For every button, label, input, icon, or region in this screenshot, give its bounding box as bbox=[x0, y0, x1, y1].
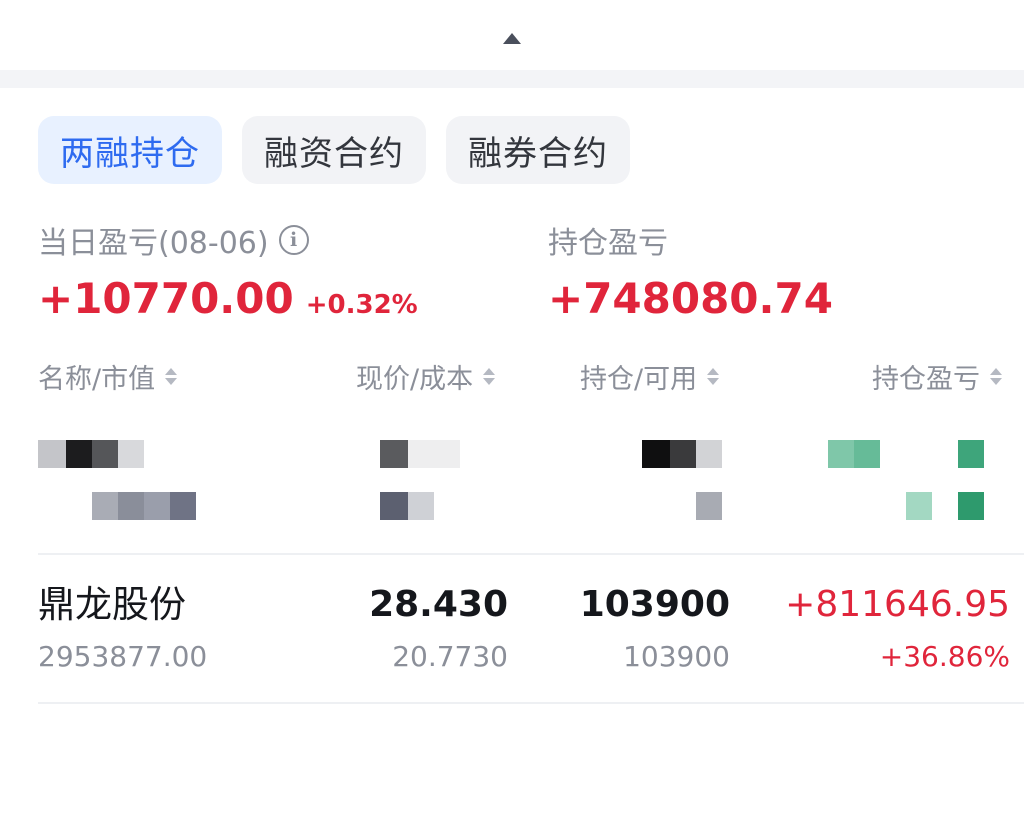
holding-cell: 103900 103900 bbox=[530, 580, 730, 676]
position-pnl-amount: +811646.95 bbox=[785, 584, 1010, 625]
table-row[interactable]: 鼎龙股份 2953877.00 28.430 20.7730 103900 10… bbox=[0, 580, 1024, 690]
column-header-holding[interactable]: 持仓/可用 bbox=[580, 356, 720, 396]
sort-icon[interactable] bbox=[990, 367, 1002, 385]
stock-name-cell: 鼎龙股份 2953877.00 bbox=[38, 580, 338, 676]
redaction-block bbox=[906, 492, 932, 520]
daily-pnl: 当日盈亏(08-06) i +10770.00 +0.32% bbox=[38, 218, 418, 323]
redaction-block bbox=[854, 440, 880, 468]
tab-margin-positions[interactable]: 两融持仓 bbox=[38, 116, 222, 184]
redaction-block bbox=[118, 492, 144, 520]
redaction-block bbox=[408, 492, 434, 520]
redacted-table-row[interactable] bbox=[0, 420, 1024, 540]
redaction-block bbox=[958, 440, 984, 468]
tab-bar: 两融持仓 融资合约 融券合约 bbox=[38, 116, 630, 184]
current-price: 28.430 bbox=[369, 584, 508, 625]
daily-pnl-label: 当日盈亏(08-06) bbox=[38, 226, 269, 261]
tab-financing-contracts[interactable]: 融资合约 bbox=[242, 116, 426, 184]
column-header-pnl[interactable]: 持仓盈亏 bbox=[872, 356, 1002, 396]
row-divider bbox=[38, 702, 1024, 704]
position-pnl: 持仓盈亏 +748080.74 bbox=[548, 218, 833, 323]
column-header-name[interactable]: 名称/市值 bbox=[38, 356, 178, 396]
cost-price: 20.7730 bbox=[392, 640, 508, 673]
redaction-block bbox=[38, 440, 66, 468]
redaction-block bbox=[144, 492, 170, 520]
redaction-block bbox=[642, 440, 670, 468]
redaction-block bbox=[696, 492, 722, 520]
pnl-cell: +811646.95 +36.86% bbox=[748, 580, 1010, 676]
daily-pnl-percent: +0.32% bbox=[305, 290, 418, 320]
redaction-block bbox=[92, 440, 118, 468]
daily-pnl-value: +10770.00 bbox=[38, 274, 294, 323]
table-header: 名称/市值 现价/成本 持仓/可用 持仓盈亏 bbox=[0, 356, 1024, 396]
positions-page: 两融持仓 融资合约 融券合约 当日盈亏(08-06) i +10770.00 +… bbox=[0, 0, 1024, 819]
sort-icon[interactable] bbox=[483, 367, 496, 385]
market-value: 2953877.00 bbox=[38, 640, 208, 673]
section-divider bbox=[0, 70, 1024, 88]
redaction-block bbox=[92, 492, 118, 520]
collapse-handle[interactable] bbox=[0, 0, 1024, 70]
position-pnl-value: +748080.74 bbox=[548, 274, 833, 323]
redaction-block bbox=[958, 492, 984, 520]
chevron-up-icon[interactable] bbox=[503, 32, 521, 44]
redaction-block bbox=[380, 440, 408, 468]
redaction-block bbox=[66, 440, 92, 468]
redaction-block bbox=[408, 440, 460, 468]
redaction-block bbox=[828, 440, 854, 468]
position-pnl-label: 持仓盈亏 bbox=[548, 226, 668, 261]
info-icon[interactable]: i bbox=[278, 225, 309, 255]
redaction-block bbox=[380, 492, 408, 520]
position-pnl-percent: +36.86% bbox=[879, 640, 1010, 673]
sort-icon[interactable] bbox=[165, 367, 178, 385]
redaction-block bbox=[170, 492, 196, 520]
column-header-price[interactable]: 现价/成本 bbox=[356, 356, 496, 396]
tab-securities-lending-contracts[interactable]: 融券合约 bbox=[446, 116, 630, 184]
row-divider bbox=[38, 553, 1024, 555]
holding-quantity: 103900 bbox=[579, 584, 730, 625]
available-quantity: 103900 bbox=[623, 640, 730, 673]
redaction-block bbox=[670, 440, 696, 468]
price-cell: 28.430 20.7730 bbox=[308, 580, 508, 676]
sort-icon[interactable] bbox=[707, 367, 720, 385]
redaction-block bbox=[696, 440, 722, 468]
stock-name: 鼎龙股份 bbox=[38, 583, 186, 626]
redaction-block bbox=[118, 440, 144, 468]
